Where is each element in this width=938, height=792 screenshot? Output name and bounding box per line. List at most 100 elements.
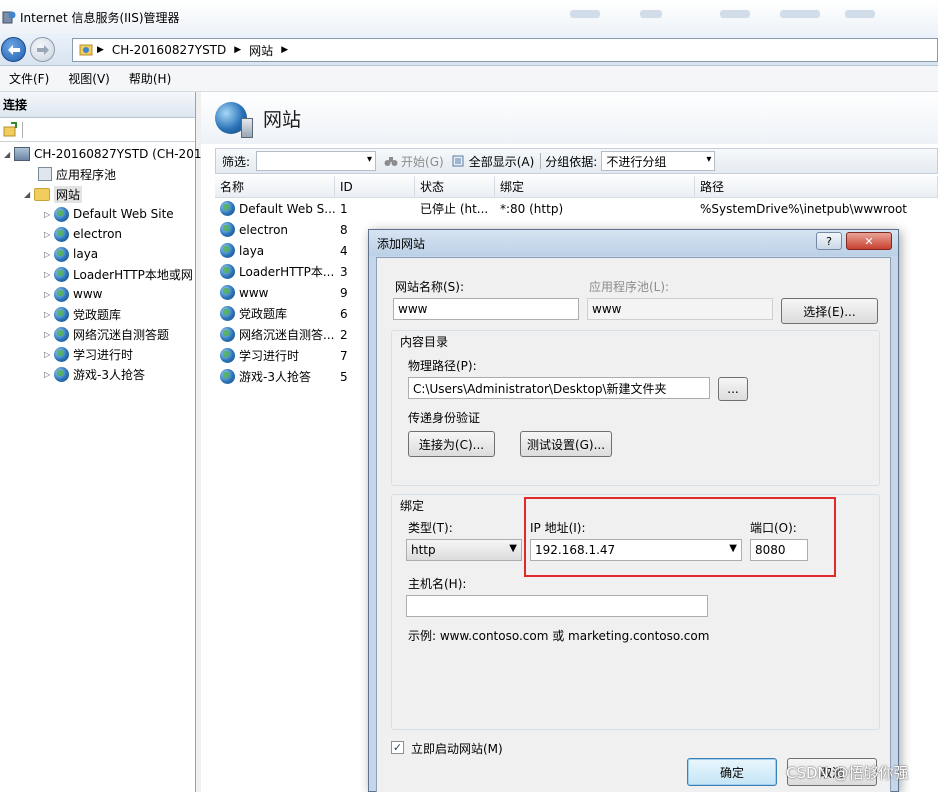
tree-sites-node[interactable]: ◢ 网站 — [24, 184, 83, 204]
breadcrumb-server[interactable]: CH-20160827YSTD — [112, 43, 226, 57]
tree-site-node[interactable]: ▷ www — [44, 284, 102, 304]
close-button[interactable]: ✕ — [846, 232, 892, 250]
site-name-input[interactable]: www — [393, 298, 579, 320]
toolbar-divider — [22, 122, 23, 138]
window-title: Internet 信息服务(IIS)管理器 — [20, 10, 180, 25]
start-filter-button[interactable]: 开始(G) — [384, 153, 444, 170]
page-title: 网站 — [263, 108, 302, 131]
breadcrumb-separator: ▶ — [97, 45, 104, 55]
list-header: 名称 ID 状态 绑定 路径 — [215, 176, 938, 198]
tree-site-label: 游戏-3人抢答 — [73, 367, 145, 382]
globe-icon — [54, 266, 69, 282]
tree-site-node[interactable]: ▷ 学习进行时 — [44, 344, 133, 364]
tree-server-node[interactable]: ◢ CH-20160827YSTD (CH-201 — [4, 144, 201, 164]
show-all-icon — [452, 155, 464, 167]
tree-app-pools-node[interactable]: 应用程序池 — [38, 164, 116, 184]
ok-button[interactable]: 确定 — [687, 758, 777, 786]
collapse-icon[interactable]: ◢ — [4, 150, 14, 159]
globe-icon — [54, 286, 69, 302]
globe-icon — [220, 306, 235, 321]
column-header-binding[interactable]: 绑定 — [495, 176, 695, 197]
app-pool-input: www — [587, 298, 773, 320]
tree-site-node[interactable]: ▷ laya — [44, 244, 98, 264]
cell-name: 网络沉迷自测答... — [239, 328, 335, 342]
select-app-pool-button[interactable]: 选择(E)... — [781, 298, 878, 324]
expand-icon[interactable]: ▷ — [44, 250, 54, 259]
site-name-label: 网站名称(S): — [395, 280, 465, 294]
blurred-toolbar — [780, 10, 820, 18]
expand-icon[interactable]: ▷ — [44, 230, 54, 239]
connections-header: 连接 — [0, 92, 195, 118]
tree-site-label: LoaderHTTP本地或网 — [73, 267, 193, 282]
menu-view[interactable]: 视图(V) — [68, 70, 110, 87]
watermark: CSDN @悟够你强 — [786, 764, 909, 782]
blurred-toolbar — [640, 10, 662, 18]
app-pool-label: 应用程序池(L): — [589, 280, 670, 294]
tree-site-node[interactable]: ▷ Default Web Site — [44, 204, 174, 224]
table-row[interactable]: Default Web S... 1 已停止 (ht... *:80 (http… — [215, 198, 938, 219]
blurred-toolbar — [845, 10, 875, 18]
column-header-id[interactable]: ID — [335, 176, 415, 197]
test-settings-button[interactable]: 测试设置(G)... — [520, 431, 612, 457]
connect-as-button[interactable]: 连接为(C)... — [408, 431, 495, 457]
globe-icon — [220, 285, 235, 300]
connect-icon[interactable] — [2, 122, 18, 138]
tree-site-node[interactable]: ▷ electron — [44, 224, 122, 244]
cell-name: laya — [239, 243, 265, 258]
expand-icon[interactable]: ▷ — [44, 310, 54, 319]
globe-icon — [54, 326, 69, 342]
group-by-select[interactable]: 不进行分组 — [601, 151, 716, 171]
forward-button[interactable] — [30, 37, 55, 62]
breadcrumb-sites[interactable]: 网站 — [249, 42, 273, 59]
globe-icon — [54, 246, 69, 262]
menu-help[interactable]: 帮助(H) — [129, 70, 171, 87]
sites-folder-icon — [34, 187, 50, 201]
menu-bar: 文件(F) 视图(V) 帮助(H) — [0, 66, 938, 92]
help-button[interactable]: ? — [816, 232, 842, 250]
arrow-right-icon — [36, 44, 49, 55]
host-name-input[interactable] — [406, 595, 708, 617]
tree-server-label: CH-20160827YSTD (CH-201 — [34, 147, 202, 161]
column-header-path[interactable]: 路径 — [695, 176, 938, 197]
type-value: http — [411, 543, 436, 557]
expand-icon[interactable]: ▷ — [44, 270, 54, 279]
cell-name: 游戏-3人抢答 — [239, 370, 311, 384]
cell-name: LoaderHTTP本... — [239, 265, 335, 279]
expand-icon[interactable]: ▷ — [44, 210, 54, 219]
highlight-annotation — [524, 497, 836, 577]
tree-site-node[interactable]: ▷ 网络沉迷自测答题 — [44, 324, 169, 344]
tree-site-label: laya — [73, 247, 99, 261]
browse-button[interactable]: ... — [718, 377, 748, 401]
menu-file[interactable]: 文件(F) — [9, 70, 49, 87]
globe-icon — [54, 346, 69, 362]
address-bar[interactable]: ▶ CH-20160827YSTD ▶ 网站 ▶ — [72, 38, 938, 62]
expand-icon[interactable]: ▷ — [44, 290, 54, 299]
breadcrumb-separator: ▶ — [234, 45, 242, 55]
start-now-checkbox[interactable]: ✓ — [391, 741, 404, 754]
column-header-name[interactable]: 名称 — [215, 176, 335, 197]
expand-icon[interactable]: ▷ — [44, 350, 54, 359]
tree-site-node[interactable]: ▷ 党政题库 — [44, 304, 121, 324]
physical-path-label: 物理路径(P): — [408, 359, 477, 373]
collapse-icon[interactable]: ◢ — [24, 190, 34, 199]
column-header-status[interactable]: 状态 — [415, 176, 495, 197]
physical-path-input[interactable]: C:\Users\Administrator\Desktop\新建文件夹 — [408, 377, 710, 399]
cell-name: 学习进行时 — [239, 349, 300, 363]
tree-site-node[interactable]: ▷ 游戏-3人抢答 — [44, 364, 145, 384]
binding-label: 绑定 — [400, 499, 425, 513]
group-by-value: 不进行分组 — [606, 154, 667, 169]
show-all-button[interactable]: 全部显示(A) — [452, 153, 534, 170]
tree-site-node[interactable]: ▷ LoaderHTTP本地或网 — [44, 264, 194, 284]
dropdown-arrow-icon: ▼ — [509, 543, 517, 554]
globe-icon — [220, 348, 235, 363]
type-select[interactable]: http ▼ — [406, 539, 522, 561]
content-directory-group: 内容目录 物理路径(P): C:\Users\Administrator\Des… — [391, 330, 880, 486]
expand-icon[interactable]: ▷ — [44, 330, 54, 339]
filter-input[interactable] — [256, 151, 377, 171]
start-now-label[interactable]: 立即启动网站(M) — [411, 740, 503, 757]
cell-id: 1 — [340, 201, 348, 216]
cell-name: Default Web S... — [239, 201, 335, 216]
back-button[interactable] — [1, 37, 26, 62]
tree-site-label: 学习进行时 — [73, 347, 134, 362]
expand-icon[interactable]: ▷ — [44, 370, 54, 379]
